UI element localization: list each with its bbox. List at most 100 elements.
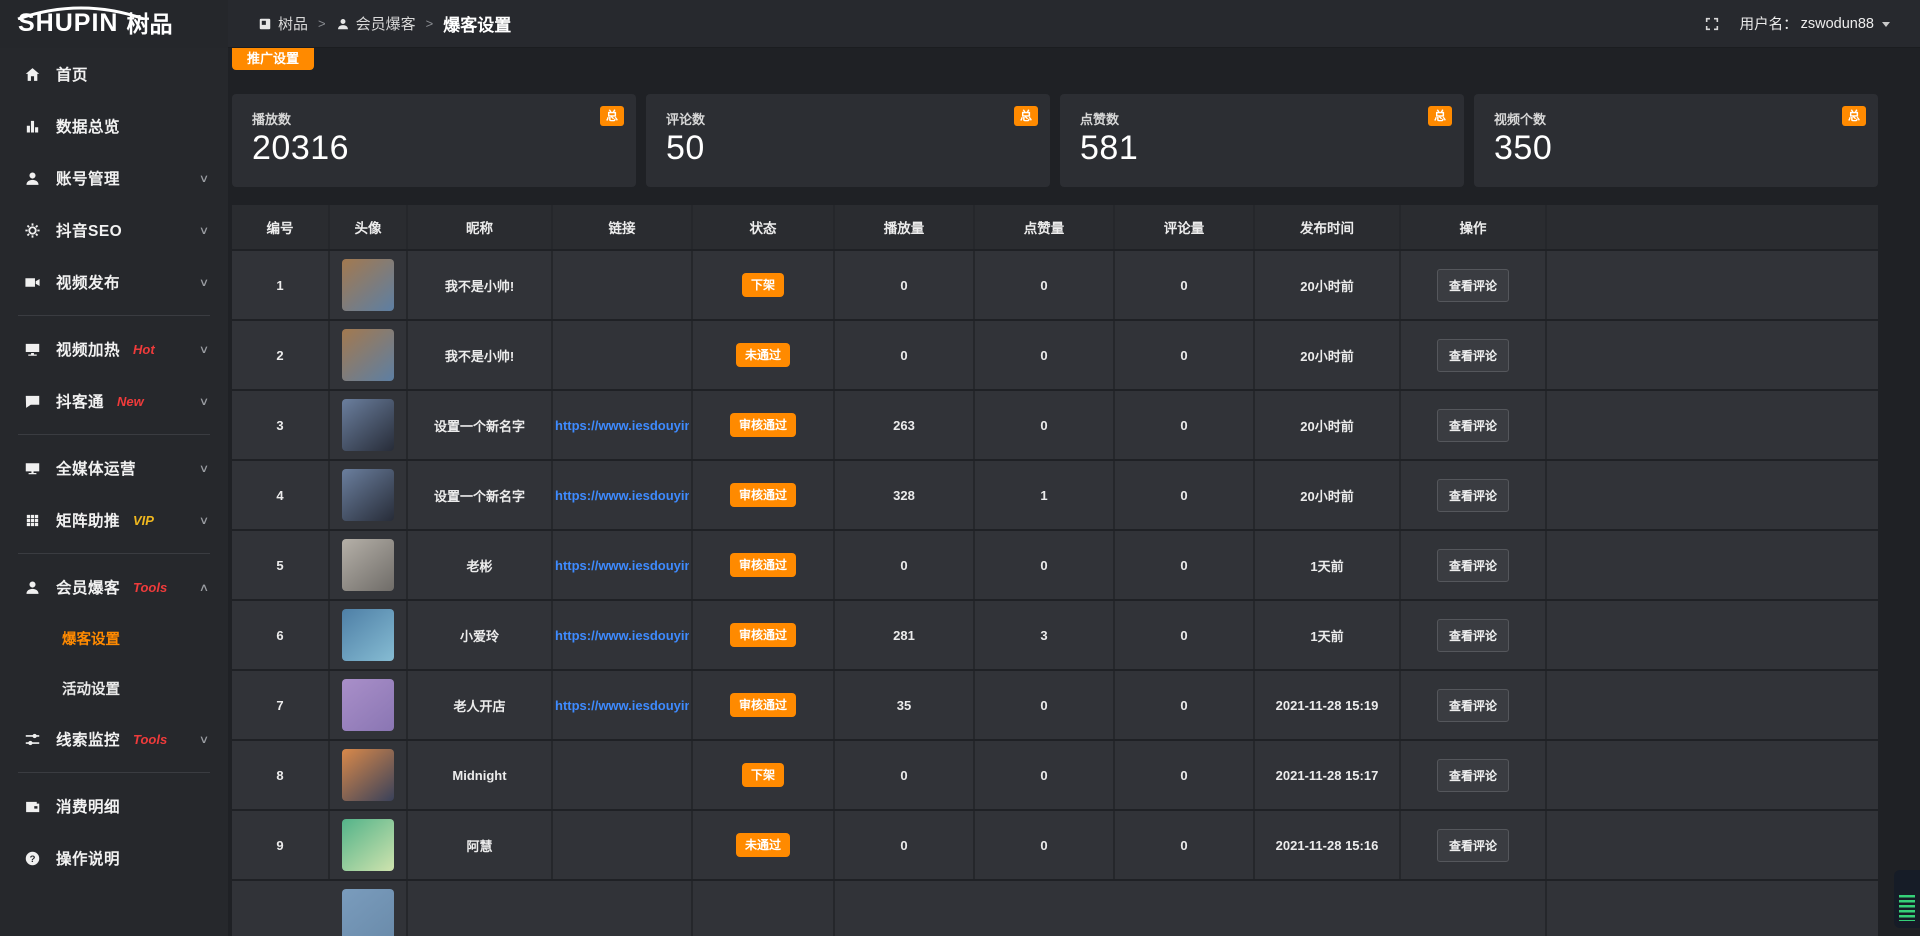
view-comments-button[interactable]: 查看评论 [1437,829,1509,862]
cell-nickname: 设置一个新名字 [408,461,553,529]
floating-helper-widget[interactable] [1894,870,1920,928]
stat-cards: 播放数 20316 总 评论数 50 总 点赞数 581 总 视频个数 350 … [232,94,1878,187]
sidebar-item[interactable]: 视频发布 ∨ [0,256,228,308]
sidebar-item-tag: VIP [133,513,154,528]
breadcrumb: 树品 > 会员爆客 > 爆客设置 [258,11,511,36]
sidebar-item-tag: Tools [133,732,167,747]
view-comments-button[interactable]: 查看评论 [1437,689,1509,722]
cell-id: 2 [232,321,330,389]
stat-value: 350 [1494,129,1858,168]
sidebar-node: 会员爆客 Tools ∧ 爆客设置活动设置 [0,561,228,713]
sidebar-item[interactable]: 账号管理 ∨ [0,152,228,204]
cell-id: 9 [232,811,330,879]
video-link[interactable]: https://www.iesdouyin.c [555,558,689,573]
logo: SHUPIN 树品 [0,0,228,48]
cell-action: 查看评论 [1401,251,1547,319]
sidebar-item[interactable]: 首页 [0,48,228,100]
view-comments-button[interactable]: 查看评论 [1437,549,1509,582]
video-link[interactable]: https://www.iesdouyin.c [555,488,689,503]
breadcrumb-item-parent[interactable]: 会员爆客 [336,13,416,34]
video-link[interactable]: https://www.iesdouyin.c [555,698,689,713]
sidebar-submenu: 爆客设置活动设置 [0,613,228,713]
breadcrumb-item-home[interactable]: 树品 [258,13,308,34]
cell-publish-time: 20小时前 [1255,391,1401,459]
cell-comments: 0 [1115,671,1255,739]
table-header-filler [1547,205,1878,249]
sidebar-item[interactable]: 消费明细 [0,780,228,832]
dashboard-icon [258,17,272,31]
sidebar-divider [18,772,210,773]
sidebar-item[interactable]: 矩阵助推 VIP ∨ [0,494,228,546]
stat-value: 20316 [252,129,616,168]
cell-id: 1 [232,251,330,319]
avatar [342,399,394,451]
avatar [342,469,394,521]
chevron-icon: ∨ [199,733,209,746]
sidebar-item-label: 全媒体运营 [56,457,136,479]
sidebar-subitem[interactable]: 活动设置 [0,663,228,713]
cell-publish-time: 20小时前 [1255,251,1401,319]
home-icon [24,65,42,83]
sidebar-item[interactable]: 数据总览 [0,100,228,152]
sidebar-item[interactable]: 视频加热 Hot ∨ [0,323,228,375]
breadcrumb-separator: > [426,16,434,31]
sidebar-subitem[interactable]: 爆客设置 [0,613,228,663]
cell-avatar [330,741,408,809]
view-comments-button[interactable]: 查看评论 [1437,269,1509,302]
main-content: 推广设置 播放数 20316 总 评论数 50 总 点赞数 581 总 视频个数… [228,0,1920,936]
user-menu[interactable]: 用户名： zswodun88 [1740,13,1890,34]
video-icon [24,273,42,291]
video-link[interactable]: https://www.iesdouyin.c [555,418,689,433]
sidebar-item-label: 账号管理 [56,167,120,189]
avatar [342,609,394,661]
sidebar-item[interactable]: 抖音SEO ∨ [0,204,228,256]
view-comments-button[interactable]: 查看评论 [1437,409,1509,442]
cell-link: https://www.iesdouyin.c [553,461,693,529]
status-badge: 审核通过 [730,623,796,647]
sidebar-item-label: 矩阵助推 [56,509,120,531]
username: zswodun88 [1801,16,1874,32]
cell-action: 查看评论 [1401,391,1547,459]
sidebar-item-label: 抖客通 [56,390,104,412]
sidebar-item[interactable]: 全媒体运营 ∨ [0,442,228,494]
cell-comments: 0 [1115,461,1255,529]
view-comments-button[interactable]: 查看评论 [1437,339,1509,372]
table-header-cell: 发布时间 [1255,205,1401,249]
sliders-icon [24,730,42,748]
sidebar-item[interactable]: 会员爆客 Tools ∧ [0,561,228,613]
sidebar-node: 视频发布 ∨ [0,256,228,308]
sidebar-node: 消费明细 [0,780,228,832]
table-header-cell: 编号 [232,205,330,249]
chart-icon [24,117,42,135]
cell-status: 审核通过 [693,461,835,529]
cell-nickname: 我不是小帅! [408,251,553,319]
cell-comments: 0 [1115,601,1255,669]
cell-likes: 0 [975,671,1115,739]
sidebar-item[interactable]: 抖客通 New ∨ [0,375,228,427]
avatar [342,259,394,311]
view-comments-button[interactable]: 查看评论 [1437,619,1509,652]
sidebar-item-label: 抖音SEO [56,219,122,241]
cell-link: https://www.iesdouyin.c [553,531,693,599]
sidebar-item[interactable]: ? 操作说明 [0,832,228,884]
sidebar-node: 数据总览 [0,100,228,152]
cell-plays: 328 [835,461,975,529]
cell-avatar [330,251,408,319]
video-link[interactable]: https://www.iesdouyin.c [555,628,689,643]
cell-action: 查看评论 [1401,531,1547,599]
chevron-icon: ∨ [199,224,209,237]
sidebar-item[interactable]: 线索监控 Tools ∨ [0,713,228,765]
cell-status: 未通过 [693,321,835,389]
cell-filler [1547,811,1878,879]
cell-id: 6 [232,601,330,669]
sidebar-item-tag: New [117,394,144,409]
view-comments-button[interactable]: 查看评论 [1437,759,1509,792]
sidebar-divider [18,553,210,554]
sidebar-item-label: 消费明细 [56,795,120,817]
cell-status: 审核通过 [693,391,835,459]
view-comments-button[interactable]: 查看评论 [1437,479,1509,512]
fullscreen-icon[interactable] [1704,16,1720,32]
cell-action [1401,881,1547,936]
breadcrumb-separator: > [318,16,326,31]
total-badge: 总 [1014,106,1038,126]
